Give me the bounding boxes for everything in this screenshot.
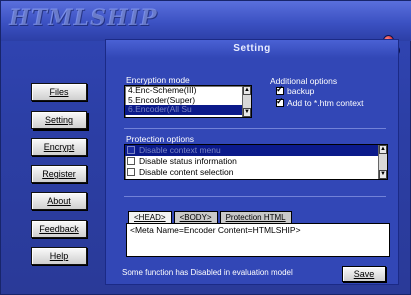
encryption-mode-list[interactable]: 4.Enc-Scheme(III) 5.Encoder(Super) 6.Enc… — [124, 85, 252, 118]
settings-panel: Setting Encryption mode 4.Enc-Scheme(III… — [105, 39, 399, 285]
checkbox-icon[interactable] — [127, 146, 135, 154]
checkbox-icon[interactable] — [127, 157, 135, 165]
divider — [124, 196, 386, 197]
tab-protection-html[interactable]: Protection HTML — [219, 211, 292, 223]
backup-label: backup — [287, 86, 315, 96]
save-button[interactable]: Save — [342, 266, 386, 282]
list-item[interactable]: Disable status information — [125, 156, 387, 167]
sidebar-item-feedback[interactable]: Feedback — [31, 220, 87, 238]
add-context-checkbox[interactable] — [276, 96, 284, 107]
sidebar-item-register[interactable]: Register — [31, 165, 87, 183]
panel-title: Setting — [106, 40, 398, 58]
protection-scrollbar[interactable]: ▲ ▼ — [378, 145, 387, 179]
tab-strip: <HEAD> <BODY> Protection HTML — [128, 211, 294, 223]
backup-checkbox-row[interactable]: backup — [276, 84, 315, 96]
option-label: Disable status information — [139, 156, 237, 166]
html-textarea[interactable]: <Meta Name=Encoder Content=HTMLSHIP> — [126, 223, 390, 257]
option-label: Disable context menu — [139, 145, 221, 155]
sidebar-item-files[interactable]: Files — [31, 83, 87, 101]
tab-body[interactable]: <BODY> — [173, 211, 218, 223]
sidebar-item-about[interactable]: About — [31, 192, 87, 210]
protection-options-label: Protection options — [126, 134, 195, 144]
sidebar-item-setting[interactable]: Setting — [31, 111, 87, 129]
app-window: HTMLSHIP Files Setting Encrypt Register … — [0, 0, 411, 295]
encryption-scrollbar[interactable]: ▲ ▼ — [242, 86, 251, 117]
scroll-up-icon[interactable]: ▲ — [243, 86, 251, 95]
list-item[interactable]: Disable content selection — [125, 167, 387, 178]
encryption-mode-label: Encryption mode — [126, 75, 190, 85]
scroll-down-icon[interactable]: ▼ — [243, 108, 251, 117]
tab-head[interactable]: <HEAD> — [128, 211, 172, 223]
backup-checkbox[interactable] — [276, 84, 284, 95]
sidebar-item-help[interactable]: Help — [31, 247, 87, 265]
add-context-label: Add to *.htm context — [287, 98, 364, 108]
list-item[interactable]: Disable context menu — [125, 145, 387, 156]
list-item[interactable]: 6.Encoder(All Su — [125, 104, 251, 115]
title-bar: HTMLSHIP — [1, 1, 411, 56]
sidebar-item-encrypt[interactable]: Encrypt — [31, 138, 87, 156]
scroll-up-icon[interactable]: ▲ — [379, 145, 387, 154]
scroll-down-icon[interactable]: ▼ — [379, 170, 387, 179]
app-title: HTMLSHIP — [9, 5, 158, 31]
status-message: Some function has Disabled in evaluation… — [122, 268, 293, 277]
option-label: Disable content selection — [139, 167, 234, 177]
add-context-checkbox-row[interactable]: Add to *.htm context — [276, 96, 364, 108]
divider — [124, 128, 386, 129]
protection-options-list[interactable]: Disable context menu Disable status info… — [124, 144, 388, 180]
checkbox-icon[interactable] — [127, 168, 135, 176]
